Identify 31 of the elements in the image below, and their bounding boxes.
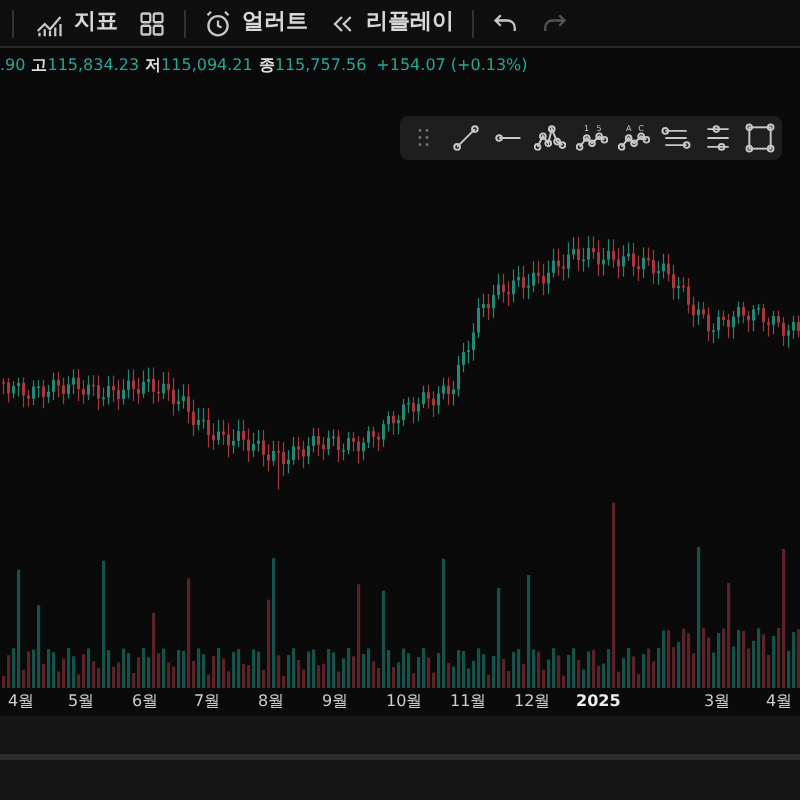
close-label: 종 xyxy=(258,54,275,78)
change-value: +154.07 (+0.13%) xyxy=(376,54,528,78)
high-value: 115,834.23 xyxy=(47,54,140,78)
time-axis-label: 6월 xyxy=(132,690,159,714)
alert-button[interactable]: 얼러트 xyxy=(194,1,318,45)
open-value: .90 xyxy=(0,54,26,78)
low-value: 115,094.21 xyxy=(161,54,253,78)
close-value: 115,757.56 xyxy=(274,54,367,78)
grid-icon[interactable] xyxy=(138,9,166,37)
parallel-lines-icon[interactable] xyxy=(659,122,691,154)
trend-line-icon[interactable] xyxy=(449,122,481,154)
time-axis-label: 8월 xyxy=(258,690,285,714)
time-axis-label: 10월 xyxy=(386,690,423,714)
time-axis-label: 12월 xyxy=(514,690,551,714)
time-axis-label: 2025 xyxy=(576,690,621,714)
replay-button[interactable]: 리플레이 xyxy=(318,1,464,45)
time-axis-label: 3월 xyxy=(704,690,731,714)
range-lines-icon[interactable] xyxy=(701,122,733,154)
time-axis-label: 4월 xyxy=(8,690,35,714)
time-axis-label: 7월 xyxy=(194,690,221,714)
time-axis-label: 11월 xyxy=(450,690,487,714)
time-axis-label: 5월 xyxy=(68,690,95,714)
rectangle-icon[interactable] xyxy=(743,122,775,154)
high-label: 고 xyxy=(31,54,48,78)
undo-icon[interactable] xyxy=(492,9,520,37)
pattern-icon[interactable] xyxy=(533,122,565,154)
alarm-clock-icon xyxy=(204,9,232,37)
indicators-button[interactable]: 지표 xyxy=(26,1,128,45)
time-axis-label: 9월 xyxy=(322,690,349,714)
time-axis-label: 4월 xyxy=(766,690,793,714)
low-label: 저 xyxy=(145,54,162,78)
